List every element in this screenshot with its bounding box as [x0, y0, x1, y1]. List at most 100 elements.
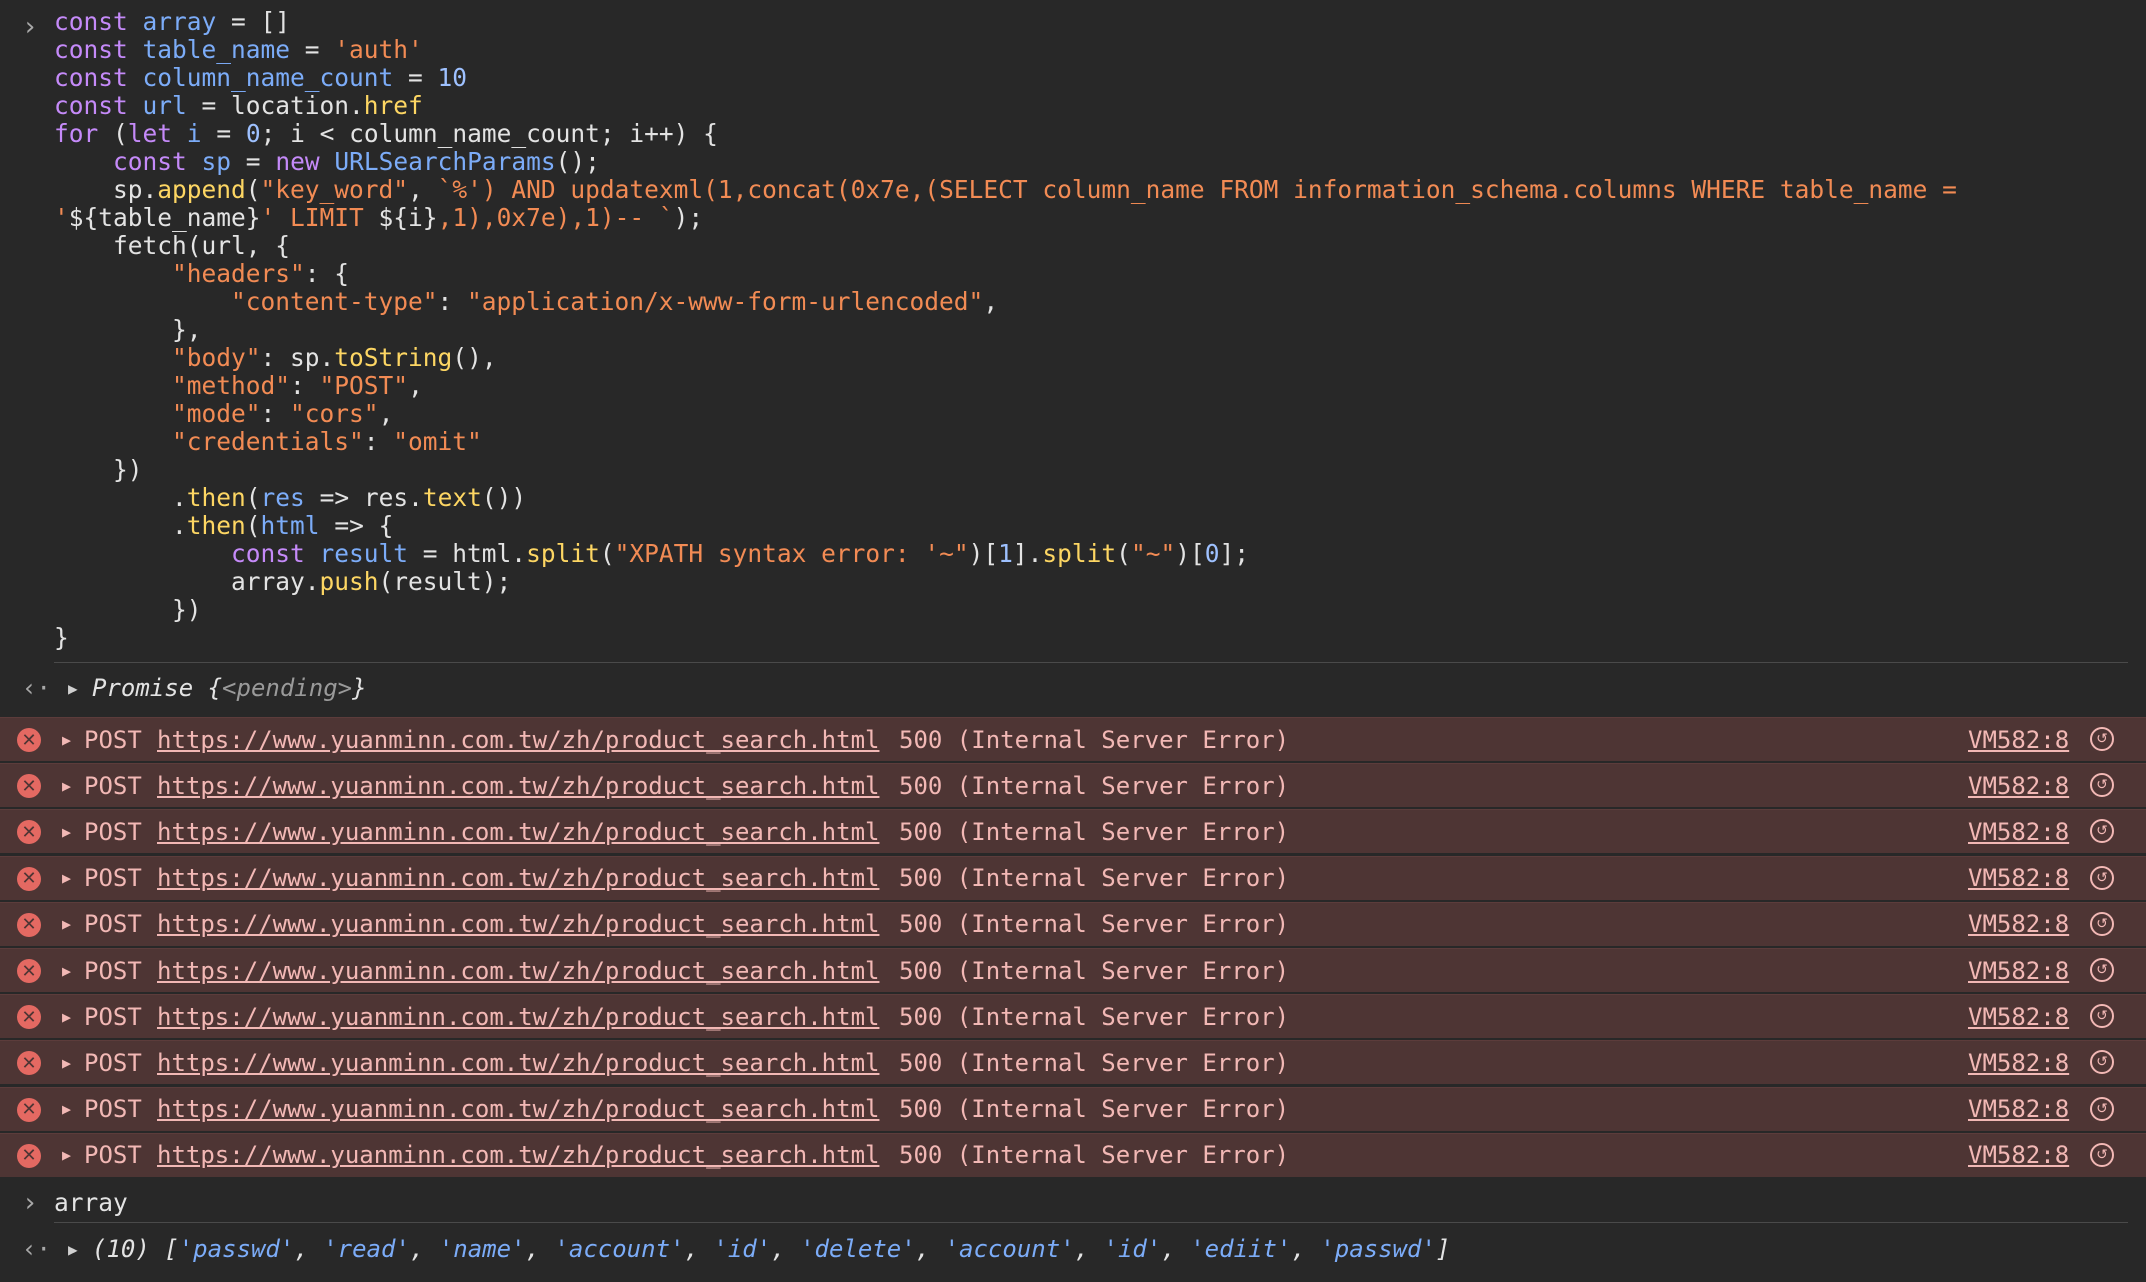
- code-token: ,: [378, 399, 394, 428]
- code-line: "headers": {: [54, 260, 1957, 288]
- triangle-right-icon[interactable]: ▶: [62, 915, 71, 933]
- error-row[interactable]: ✕ ▶ POST https://www.yuanminn.com.tw/zh/pro…: [0, 901, 2146, 946]
- response-status: 500 (Internal Server Error): [899, 725, 1290, 754]
- network-request-icon[interactable]: ↺: [2090, 819, 2114, 844]
- triangle-right-icon[interactable]: ▶: [62, 962, 71, 980]
- code-line: },: [54, 316, 1957, 344]
- code-token: : sp.: [260, 343, 335, 372]
- error-row[interactable]: ✕ ▶ POST https://www.yuanminn.com.tw/zh/pro…: [0, 717, 2146, 761]
- request-url-link[interactable]: https://www.yuanminn.com.tw/zh/product_s…: [157, 1095, 879, 1123]
- error-row[interactable]: ✕ ▶ POST https://www.yuanminn.com.tw/zh/pro…: [0, 1086, 2146, 1131]
- network-request-icon[interactable]: ↺: [2090, 1096, 2114, 1121]
- triangle-right-icon[interactable]: ▶: [68, 1240, 78, 1259]
- array-result-row[interactable]: ‹· ▶ (10) ['passwd', 'read', 'name', 'ac…: [0, 1229, 2146, 1269]
- source-location-link[interactable]: VM582:8: [1968, 818, 2069, 846]
- code-token: "credentials": [172, 427, 364, 456]
- triangle-right-icon[interactable]: ▶: [62, 777, 71, 795]
- triangle-right-icon[interactable]: ▶: [68, 679, 78, 698]
- triangle-right-icon[interactable]: ▶: [62, 869, 71, 887]
- code-token: },: [54, 315, 202, 344]
- source-location-link[interactable]: VM582:8: [1968, 1003, 2069, 1031]
- code-token: =: [393, 63, 438, 92]
- network-request-icon[interactable]: ↺: [2090, 1142, 2114, 1167]
- response-status: 500 (Internal Server Error): [899, 864, 1290, 893]
- array-item: 'id': [713, 1235, 772, 1263]
- error-row[interactable]: ✕ ▶ POST https://www.yuanminn.com.tw/zh/pro…: [0, 1132, 2146, 1177]
- array-item: 'account': [944, 1235, 1075, 1263]
- request-url-link[interactable]: https://www.yuanminn.com.tw/zh/product_s…: [157, 818, 879, 846]
- request-method: POST: [84, 817, 142, 846]
- request-url-link[interactable]: https://www.yuanminn.com.tw/zh/product_s…: [157, 910, 879, 938]
- code-token: ()): [481, 483, 527, 512]
- code-token: ': [54, 203, 69, 232]
- promise-result-row[interactable]: ‹· ▶ Promise {<pending>}: [0, 668, 2146, 708]
- code-token: "content-type": [231, 287, 438, 316]
- request-url-link[interactable]: https://www.yuanminn.com.tw/zh/product_s…: [157, 772, 879, 800]
- network-request-icon[interactable]: ↺: [2090, 1050, 2114, 1075]
- source-location-link[interactable]: VM582:8: [1968, 910, 2069, 938]
- request-url-link[interactable]: https://www.yuanminn.com.tw/zh/product_s…: [157, 1049, 879, 1077]
- request-url-link[interactable]: https://www.yuanminn.com.tw/zh/product_s…: [157, 957, 879, 985]
- error-circle-icon: ✕: [17, 774, 41, 799]
- triangle-right-icon[interactable]: ▶: [62, 731, 71, 749]
- request-method: POST: [84, 1048, 142, 1077]
- console-input-entry-2[interactable]: › array: [0, 1182, 2146, 1222]
- network-request-icon[interactable]: ↺: [2090, 865, 2114, 890]
- network-request-icon[interactable]: ↺: [2090, 727, 2114, 751]
- triangle-right-icon[interactable]: ▶: [62, 823, 71, 841]
- source-location-link[interactable]: VM582:8: [1968, 726, 2069, 754]
- code-token: .: [54, 511, 187, 540]
- source-location-link[interactable]: VM582:8: [1968, 772, 2069, 800]
- source-location-link[interactable]: VM582:8: [1968, 1095, 2069, 1123]
- response-status: 500 (Internal Server Error): [899, 1048, 1290, 1077]
- array-item: 'id': [1103, 1235, 1162, 1263]
- code-token: (: [245, 175, 261, 204]
- code-line: const sp = new URLSearchParams();: [54, 148, 1957, 176]
- error-row[interactable]: ✕ ▶ POST https://www.yuanminn.com.tw/zh/pro…: [0, 809, 2146, 854]
- source-location-link[interactable]: VM582:8: [1968, 1049, 2069, 1077]
- request-url-link[interactable]: https://www.yuanminn.com.tw/zh/product_s…: [157, 726, 879, 754]
- console-panel: › const array = [] const table_name = 'au…: [0, 0, 2146, 1263]
- source-location-link[interactable]: VM582:8: [1968, 1141, 2069, 1169]
- source-location-link[interactable]: VM582:8: [1968, 864, 2069, 892]
- error-row[interactable]: ✕ ▶ POST https://www.yuanminn.com.tw/zh/pro…: [0, 948, 2146, 992]
- error-row[interactable]: ✕ ▶ POST https://www.yuanminn.com.tw/zh/pro…: [0, 855, 2146, 900]
- code-token: :: [437, 287, 468, 316]
- code-line: "method": "POST",: [54, 372, 1957, 400]
- triangle-right-icon[interactable]: ▶: [62, 1100, 71, 1118]
- code-token: ; i < column_name_count; i++) {: [260, 119, 718, 148]
- error-row[interactable]: ✕ ▶ POST https://www.yuanminn.com.tw/zh/pro…: [0, 1040, 2146, 1085]
- triangle-right-icon[interactable]: ▶: [62, 1146, 71, 1164]
- request-url-link[interactable]: https://www.yuanminn.com.tw/zh/product_s…: [157, 864, 879, 892]
- array-item: 'delete': [800, 1235, 916, 1263]
- error-row[interactable]: ✕ ▶ POST https://www.yuanminn.com.tw/zh/pro…: [0, 994, 2146, 1039]
- request-url-link[interactable]: https://www.yuanminn.com.tw/zh/product_s…: [157, 1141, 879, 1169]
- error-row[interactable]: ✕ ▶ POST https://www.yuanminn.com.tw/zh/pro…: [0, 763, 2146, 808]
- code-line: const array = []: [54, 8, 1957, 36]
- chevron-right-icon: ›: [22, 1188, 38, 1218]
- triangle-right-icon[interactable]: ▶: [62, 1054, 71, 1072]
- code-token: "key_word": [260, 175, 409, 204]
- response-status: 500 (Internal Server Error): [899, 1002, 1290, 1031]
- triangle-right-icon[interactable]: ▶: [62, 1008, 71, 1026]
- code-token: }): [54, 595, 202, 624]
- divider: [54, 662, 2128, 663]
- code-token: url: [142, 91, 187, 120]
- code-line: }: [54, 624, 1957, 652]
- code-line: for (let i = 0; i < column_name_count; i…: [54, 120, 1957, 148]
- code-token: ,: [408, 175, 438, 204]
- network-request-icon[interactable]: ↺: [2090, 1004, 2114, 1029]
- response-status: 500 (Internal Server Error): [899, 771, 1290, 800]
- error-circle-icon: ✕: [17, 820, 41, 845]
- request-method: POST: [84, 725, 142, 754]
- code-token: ' LIMIT: [260, 203, 379, 232]
- request-url-link[interactable]: https://www.yuanminn.com.tw/zh/product_s…: [157, 1003, 879, 1031]
- source-location-link[interactable]: VM582:8: [1968, 957, 2069, 985]
- network-request-icon[interactable]: ↺: [2090, 911, 2114, 936]
- network-request-icon[interactable]: ↺: [2090, 958, 2114, 982]
- code-editor[interactable]: const array = [] const table_name = 'auth…: [54, 8, 1957, 652]
- network-request-icon[interactable]: ↺: [2090, 773, 2114, 798]
